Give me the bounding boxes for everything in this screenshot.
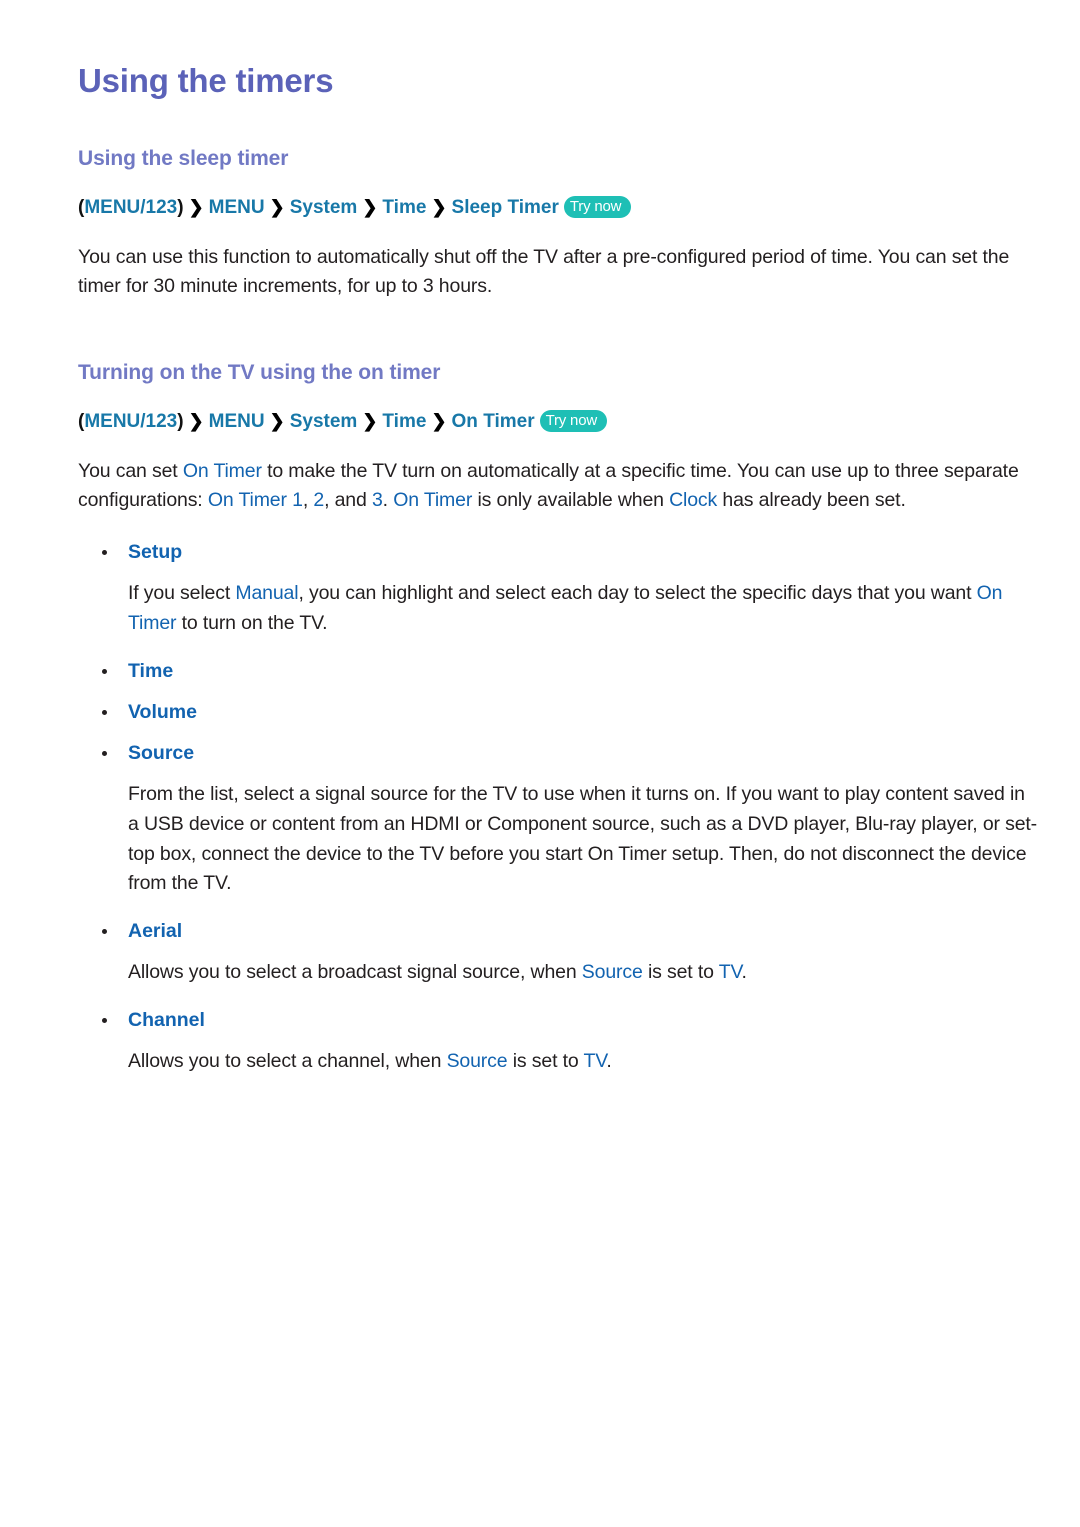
bullet-label-channel: Channel xyxy=(128,1008,205,1031)
link-on-timer[interactable]: On Timer xyxy=(393,489,472,511)
chevron-right-icon: ❯ xyxy=(269,197,285,218)
link-on-timer-3[interactable]: 3 xyxy=(372,489,383,511)
breadcrumb-close-paren: ) xyxy=(177,197,184,219)
list-item-aerial[interactable]: Aerial xyxy=(78,917,1040,946)
breadcrumb-item-system[interactable]: System xyxy=(290,411,358,432)
on-timer-option-list-aerial: Aerial xyxy=(78,917,1040,946)
on-timer-intro-text: You can set xyxy=(78,459,183,482)
list-item-time[interactable]: Time xyxy=(78,657,1040,686)
breadcrumb-item-sleep-timer[interactable]: Sleep Timer xyxy=(452,197,559,218)
channel-description-text: is set to xyxy=(507,1049,584,1072)
setup-description-text: to turn on the TV. xyxy=(176,611,328,634)
breadcrumb-item-time[interactable]: Time xyxy=(382,411,426,432)
breadcrumb-item-time[interactable]: Time xyxy=(382,197,426,218)
list-item-volume[interactable]: Volume xyxy=(78,698,1040,727)
chevron-right-icon: ❯ xyxy=(188,411,204,432)
bullet-label-setup: Setup xyxy=(128,541,183,564)
aerial-description-text: Allows you to select a broadcast signal … xyxy=(128,961,582,984)
chevron-right-icon: ❯ xyxy=(269,411,285,432)
on-timer-option-list: Setup xyxy=(78,538,1040,567)
breadcrumb-on-timer: (MENU/123) ❯ MENU ❯ System ❯ Time ❯ On Timer Try … xyxy=(78,409,1040,435)
bullet-label-time: Time xyxy=(128,659,174,682)
chevron-right-icon: ❯ xyxy=(362,411,378,432)
setup-description-text: , you can highlight and select each day … xyxy=(298,582,977,605)
sleep-timer-description-text: You can use this function to automatical… xyxy=(78,245,1010,298)
link-source[interactable]: Source xyxy=(447,1050,508,1072)
breadcrumb-item-menu[interactable]: MENU xyxy=(209,411,265,432)
on-timer-intro: You can set On Timer to make the TV turn… xyxy=(78,457,1040,516)
link-source[interactable]: Source xyxy=(582,961,643,983)
link-on-timer-2[interactable]: 2 xyxy=(313,489,324,511)
link-manual[interactable]: Manual xyxy=(235,582,298,604)
link-tv[interactable]: TV xyxy=(583,1050,606,1072)
on-timer-intro-text: . xyxy=(382,489,394,512)
sleep-timer-description: You can use this function to automatical… xyxy=(78,243,1040,302)
chevron-right-icon: ❯ xyxy=(431,411,447,432)
breadcrumb-item-system[interactable]: System xyxy=(290,197,358,218)
link-on-timer-1[interactable]: On Timer 1 xyxy=(208,489,303,511)
try-now-badge[interactable]: Try now xyxy=(563,196,632,219)
breadcrumb-item-menu123[interactable]: MENU/123 xyxy=(84,411,177,432)
source-description-text: From the list, select a signal source fo… xyxy=(128,783,1038,895)
section-heading-sleep-timer: Using the sleep timer xyxy=(78,146,289,170)
on-timer-option-list-channel: Channel xyxy=(78,1006,1040,1035)
channel-description-text: Allows you to select a channel, when xyxy=(128,1049,447,1072)
on-timer-option-list-continued: Time Volume Source xyxy=(78,657,1040,769)
aerial-description: Allows you to select a broadcast signal … xyxy=(128,958,1040,988)
setup-description-text: If you select xyxy=(128,582,236,605)
link-clock[interactable]: Clock xyxy=(669,489,717,511)
chevron-right-icon: ❯ xyxy=(362,197,378,218)
page-title: Using the timers xyxy=(78,62,334,99)
chevron-right-icon: ❯ xyxy=(431,197,447,218)
on-timer-intro-text: , and xyxy=(324,489,372,512)
bullet-label-aerial: Aerial xyxy=(128,919,183,942)
breadcrumb-item-menu123[interactable]: MENU/123 xyxy=(84,197,177,218)
setup-description: If you select Manual, you can highlight … xyxy=(128,579,1040,638)
list-item-source[interactable]: Source xyxy=(78,739,1040,768)
list-item-setup[interactable]: Setup xyxy=(78,538,1040,567)
section-heading-on-timer: Turning on the TV using the on timer xyxy=(78,361,441,385)
breadcrumb-close-paren: ) xyxy=(177,411,184,433)
aerial-description-text: . xyxy=(741,961,747,984)
try-now-badge[interactable]: Try now xyxy=(539,410,607,433)
link-on-timer[interactable]: On Timer xyxy=(183,460,262,482)
chevron-right-icon: ❯ xyxy=(188,197,204,218)
document-page: Using the timers Using the sleep timer (… xyxy=(0,0,1080,1527)
on-timer-intro-text: has already been set. xyxy=(717,489,906,512)
on-timer-intro-text: , xyxy=(302,489,314,512)
list-item-channel[interactable]: Channel xyxy=(78,1006,1040,1035)
channel-description-text: . xyxy=(606,1049,612,1072)
bullet-label-volume: Volume xyxy=(128,700,197,723)
aerial-description-text: is set to xyxy=(642,961,719,984)
channel-description: Allows you to select a channel, when Sou… xyxy=(128,1047,1040,1077)
bullet-label-source: Source xyxy=(128,742,195,765)
breadcrumb-sleep-timer: (MENU/123) ❯ MENU ❯ System ❯ Time ❯ Sleep Timer T… xyxy=(78,195,1040,221)
link-tv[interactable]: TV xyxy=(719,961,742,983)
source-description: From the list, select a signal source fo… xyxy=(128,780,1040,899)
on-timer-intro-text: is only available when xyxy=(472,489,670,512)
breadcrumb-item-menu[interactable]: MENU xyxy=(209,197,265,218)
breadcrumb-item-on-timer[interactable]: On Timer xyxy=(452,411,535,432)
